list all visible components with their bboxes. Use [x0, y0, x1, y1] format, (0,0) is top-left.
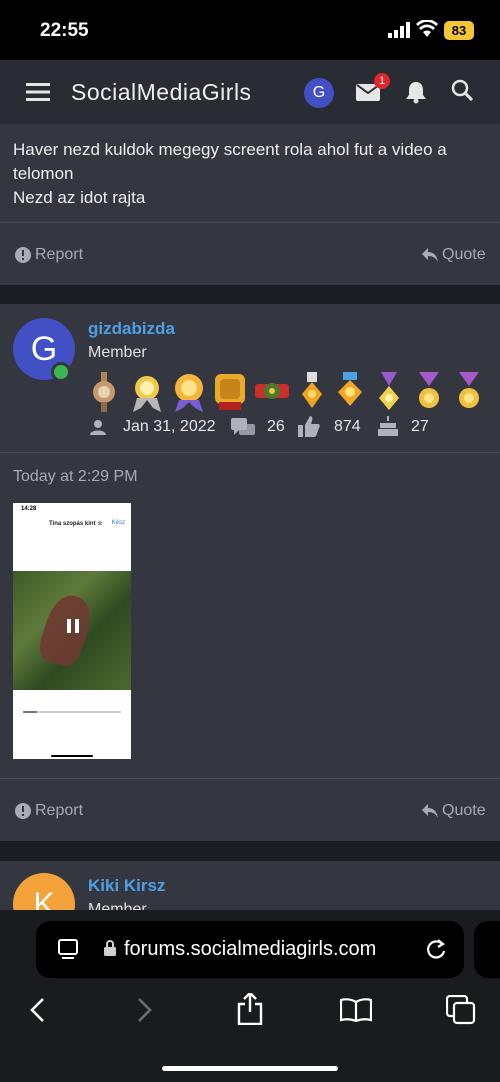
video-frame [13, 571, 131, 690]
status-bar: 22:55 83 [0, 0, 500, 60]
battery-indicator: 83 [444, 21, 474, 40]
medal-icon [379, 372, 399, 410]
address-bar[interactable]: forums.socialmediagirls.com [36, 921, 464, 978]
message-count: 26 [267, 418, 285, 435]
forward-icon[interactable] [136, 997, 154, 1023]
pause-icon [67, 619, 79, 633]
medal-icon [419, 372, 439, 408]
medal-icon [255, 383, 289, 399]
report-label: Report [35, 246, 84, 263]
report-button[interactable]: Report [15, 802, 83, 820]
lock-icon [104, 940, 116, 956]
medal-icon [338, 372, 362, 406]
comments-icon [231, 418, 255, 435]
thumbs-up-icon [298, 416, 320, 437]
reply-icon [422, 248, 438, 262]
home-indicator [162, 1066, 338, 1071]
forum-header: SocialMediaGirls G 1 [0, 60, 500, 124]
search-icon[interactable] [451, 79, 473, 101]
clock: 22:55 [40, 20, 89, 41]
medal-icon [175, 374, 203, 412]
post-message: G gizdabizda Member Jan 31, 2022 26 874 … [0, 304, 500, 841]
medal-icon [459, 372, 479, 408]
quote-label: Quote [442, 246, 486, 263]
tabs-icon[interactable] [446, 995, 476, 1025]
video-subject [35, 590, 97, 670]
reply-icon [422, 804, 438, 818]
cake-icon [378, 416, 398, 436]
account-avatar[interactable]: G [304, 78, 334, 108]
attachment-time: 14:28 [21, 506, 37, 512]
username-link[interactable]: gizdabizda [88, 319, 175, 339]
site-title[interactable]: SocialMediaGirls [71, 79, 252, 106]
points-count: 27 [411, 418, 429, 435]
signal-icon [388, 22, 410, 38]
share-icon[interactable] [237, 993, 263, 1025]
medal-icon [93, 372, 115, 412]
next-tab-peek[interactable] [474, 921, 500, 978]
browser-toolbar: forums.socialmediagirls.com [0, 910, 500, 1082]
online-status-icon [51, 362, 71, 382]
user-title: Member [88, 344, 147, 361]
url-text[interactable]: forums.socialmediagirls.com [124, 938, 376, 961]
join-date: Jan 31, 2022 [123, 418, 216, 435]
quote-button[interactable]: Quote [422, 802, 486, 820]
medal-icon [133, 376, 161, 412]
medal-icon [215, 374, 245, 410]
reaction-score: 874 [334, 418, 361, 435]
post-message: Haver nezd kuldok megegy screent rola ah… [0, 124, 500, 285]
alert-icon [15, 247, 31, 263]
reload-icon[interactable] [426, 938, 446, 960]
post-body: Haver nezd kuldok megegy screent rola ah… [13, 138, 483, 210]
alert-icon [15, 803, 31, 819]
post-timestamp[interactable]: Today at 2:29 PM [13, 468, 138, 486]
quote-label: Quote [442, 802, 486, 819]
divider [0, 778, 500, 779]
post-line: Haver nezd kuldok megegy screent rola ah… [13, 140, 447, 183]
wifi-icon [416, 20, 438, 37]
home-bar [51, 755, 93, 757]
back-icon[interactable] [28, 997, 46, 1023]
divider [0, 452, 500, 453]
bookmarks-icon[interactable] [340, 998, 372, 1022]
attachment-title: Tina szopás kint ☆ [49, 521, 103, 527]
medal-icon [302, 372, 322, 408]
username-link[interactable]: Kiki Kirsz [88, 876, 165, 896]
mail-count-badge: 1 [374, 73, 390, 89]
quote-button[interactable]: Quote [422, 246, 486, 264]
report-button[interactable]: Report [15, 246, 83, 264]
trophy-badges [93, 372, 479, 412]
report-label: Report [35, 802, 84, 819]
divider [0, 222, 500, 223]
attachment-done: Kész [111, 520, 125, 526]
progress-fill [23, 711, 37, 713]
progress-track [23, 711, 121, 713]
bell-icon[interactable] [405, 80, 427, 104]
tabs-overview-icon[interactable] [58, 939, 78, 959]
user-icon [90, 420, 106, 435]
attachment-image[interactable]: 14:28 Tina szopás kint ☆ Kész [13, 503, 131, 759]
hamburger-menu-icon[interactable] [26, 82, 50, 102]
post-line: Nezd az idot rajta [13, 188, 146, 207]
